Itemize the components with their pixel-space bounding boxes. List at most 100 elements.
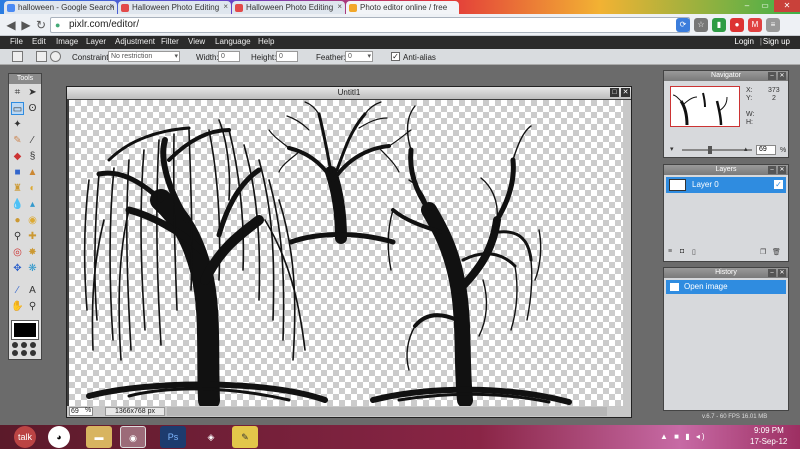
app-icon[interactable]: ◈ (198, 426, 224, 448)
paint-icon[interactable]: ✎ (232, 426, 258, 448)
layer-settings-icon[interactable]: ≡ (668, 248, 672, 255)
system-tray[interactable]: ▲ ■ ▮ ◂) (660, 432, 707, 441)
close-icon[interactable]: × (109, 2, 114, 11)
new-layer-icon[interactable]: ❐ (760, 248, 766, 256)
swatch-dot-icon[interactable] (21, 350, 27, 356)
marquee-rect-icon[interactable] (36, 51, 47, 62)
tab-halloween-1[interactable]: Halloween Photo Editing × (118, 1, 231, 14)
replace-tool-icon[interactable]: § (26, 150, 39, 163)
talk-app-icon[interactable]: talk (14, 426, 36, 448)
login-link[interactable]: Login (734, 37, 754, 46)
zoom-magnifier-icon[interactable]: ⚲ (11, 230, 24, 243)
history-item[interactable]: Open image (666, 280, 786, 294)
bookmark-star-icon[interactable]: ☆ (694, 18, 708, 32)
tab-halloween-2[interactable]: Halloween Photo Editing × (232, 1, 345, 14)
swatch-dot-icon[interactable] (12, 342, 18, 348)
spherize-tool-icon[interactable]: ❋ (26, 262, 39, 275)
close-icon[interactable]: × (223, 2, 228, 11)
window-close-icon[interactable]: ✕ (774, 0, 800, 12)
reload-icon[interactable]: ↻ (33, 17, 49, 33)
chrome-icon[interactable]: ◉ (120, 426, 146, 448)
marquee-ellipse-icon[interactable] (50, 51, 61, 62)
crop-tool-icon[interactable]: ⌗ (11, 86, 24, 99)
panel-collapse-icon[interactable]: – (768, 72, 776, 80)
zoom-slider[interactable] (682, 146, 752, 154)
menu-layer[interactable]: Layer (86, 37, 106, 46)
swatch-dot-icon[interactable] (12, 350, 18, 356)
heal-tool-icon[interactable]: ✚ (26, 230, 39, 243)
menu-file[interactable]: File (10, 37, 23, 46)
blur-tool-icon[interactable]: 💧 (11, 198, 24, 211)
back-icon[interactable]: ◀ (3, 17, 19, 33)
forward-icon[interactable]: ▶ (18, 17, 34, 33)
panel-collapse-icon[interactable]: – (768, 269, 776, 277)
height-input[interactable]: 0 (276, 51, 298, 62)
feather-select[interactable]: 0 ▾ (345, 51, 373, 62)
navigator-zoom-input[interactable]: 69 (756, 145, 776, 155)
panel-close-icon[interactable]: ✕ (778, 166, 786, 174)
layer-mask-icon[interactable]: ◘ (680, 248, 684, 255)
bloat-tool-icon[interactable]: ✸ (26, 246, 39, 259)
layer-row[interactable]: Layer 0 ✓ (666, 177, 786, 193)
layer-folder-icon[interactable]: ▯ (692, 248, 696, 256)
extension-icon[interactable]: ● (730, 18, 744, 32)
explorer-folder-icon[interactable]: ▬ (86, 426, 112, 448)
swatch-dot-icon[interactable] (30, 342, 36, 348)
maximize-doc-icon[interactable]: □ (610, 88, 619, 97)
menu-image[interactable]: Image (56, 37, 78, 46)
clock-date[interactable]: 17-Sep-12 (750, 437, 787, 446)
slider-handle[interactable] (708, 146, 712, 154)
lasso-tool-icon[interactable]: ʘ (26, 102, 39, 115)
gradient-tool-icon[interactable]: ■ (11, 166, 24, 179)
photoshop-icon[interactable]: Ps (160, 426, 186, 448)
menu-language[interactable]: Language (215, 37, 251, 46)
menu-filter[interactable]: Filter (161, 37, 179, 46)
pencil-tool-icon[interactable]: ✎ (11, 134, 24, 147)
zoom-tool-icon[interactable]: ⚲ (26, 300, 39, 313)
image-canvas[interactable] (69, 100, 623, 406)
swatch-dot-icon[interactable] (21, 342, 27, 348)
stamp-tool-icon[interactable]: ♜ (11, 182, 24, 195)
picker-tool-icon[interactable]: ⁄ (11, 284, 24, 297)
brush-tool-icon[interactable]: ⁄ (26, 134, 39, 147)
extension-icon[interactable]: ▮ (712, 18, 726, 32)
marquee-rect-icon[interactable] (12, 51, 23, 62)
document-titlebar[interactable]: Untitl1 □ ✕ (67, 87, 631, 99)
sponge-tool-icon[interactable]: ● (11, 214, 24, 227)
foreground-color-swatch[interactable] (11, 320, 39, 340)
wand-tool-icon[interactable]: ✦ (11, 118, 24, 131)
close-doc-icon[interactable]: ✕ (621, 88, 630, 97)
navigator-thumbnail[interactable] (670, 86, 740, 127)
redeye-tool-icon[interactable]: ◎ (11, 246, 24, 259)
menu-edit[interactable]: Edit (32, 37, 46, 46)
panel-collapse-icon[interactable]: – (768, 166, 776, 174)
picasa-icon[interactable]: ◕ (48, 426, 70, 448)
pinch-tool-icon[interactable]: ✥ (11, 262, 24, 275)
constraint-select[interactable]: No restriction ▾ (108, 51, 180, 62)
vertical-scrollbar[interactable] (623, 100, 631, 406)
eraser-tool-icon[interactable]: ◆ (11, 150, 24, 163)
address-bar[interactable]: ● pixlr.com/editor/ (50, 17, 690, 33)
swatch-dot-icon[interactable] (30, 350, 36, 356)
hand-tool-icon[interactable]: ✋ (11, 300, 24, 313)
bucket-tool-icon[interactable]: ▲ (26, 166, 39, 179)
sharpen-tool-icon[interactable]: ▴ (26, 198, 39, 211)
zoom-in-icon[interactable]: ▴ (744, 145, 748, 153)
close-icon[interactable]: × (337, 2, 342, 11)
dodge-tool-icon[interactable]: ◉ (26, 214, 39, 227)
marquee-tool-icon[interactable]: ▭ (11, 102, 24, 115)
delete-layer-icon[interactable]: 🗑 (772, 248, 781, 256)
colorreplace-tool-icon[interactable]: ◐ (26, 182, 39, 195)
minimize-icon[interactable]: – (738, 0, 756, 12)
clock-time[interactable]: 9:09 PM (754, 426, 784, 435)
signup-link[interactable]: Sign up (763, 37, 790, 46)
menu-help[interactable]: Help (258, 37, 274, 46)
horizontal-scrollbar[interactable] (167, 407, 607, 416)
maximize-icon[interactable]: ▭ (756, 0, 774, 12)
extension-icon[interactable]: ⟳ (676, 18, 690, 32)
menu-view[interactable]: View (188, 37, 205, 46)
tab-google-search[interactable]: halloween - Google Search × (4, 1, 117, 14)
move-tool-icon[interactable]: ➤ (26, 86, 39, 99)
width-input[interactable]: 0 (218, 51, 240, 62)
antialias-checkbox[interactable]: ✓ (391, 52, 400, 61)
